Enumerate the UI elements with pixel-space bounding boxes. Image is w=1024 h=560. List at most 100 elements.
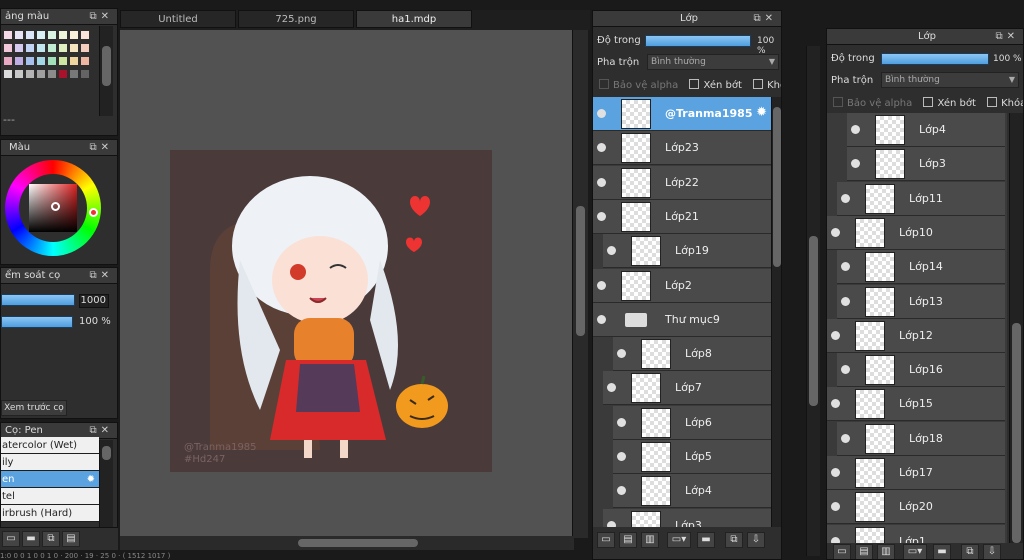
duplicate-layer-icon[interactable]: ⧉ <box>725 532 743 548</box>
color-swatch[interactable] <box>59 70 67 78</box>
canvas-horizontal-scrollbar[interactable] <box>120 536 574 550</box>
new-layer-8bit-icon[interactable]: ▤ <box>855 544 873 559</box>
layer-opacity-slider[interactable] <box>645 35 751 47</box>
blend-mode-select[interactable]: Bình thường ▼ <box>647 54 779 70</box>
color-swatch[interactable] <box>48 70 56 78</box>
color-swatch[interactable] <box>48 31 56 39</box>
protect-alpha-checkbox[interactable] <box>599 79 609 89</box>
brush-size-value[interactable]: 1000 <box>79 294 109 308</box>
new-layer-1bit-icon[interactable]: ▥ <box>877 544 895 559</box>
add-layer-menu-icon[interactable]: ▭▾ <box>903 544 927 559</box>
tab-untitled[interactable]: Untitled <box>120 10 236 28</box>
brush-list-item[interactable]: tel <box>1 488 99 505</box>
new-layer-icon[interactable]: ▭ <box>833 544 851 559</box>
palette-menu[interactable]: --- <box>3 113 15 126</box>
panel-controls[interactable]: ⧉✕ <box>89 140 113 156</box>
layer-row[interactable]: Lớp11 <box>837 181 1005 216</box>
new-brush-icon[interactable]: ▭ <box>2 531 20 547</box>
visibility-toggle-icon[interactable] <box>617 417 626 427</box>
color-swatch[interactable] <box>81 70 89 78</box>
visibility-toggle-icon[interactable] <box>841 296 850 306</box>
layer-row[interactable]: Lớp17 <box>827 456 1005 490</box>
visibility-toggle-icon[interactable] <box>607 383 616 393</box>
visibility-toggle-icon[interactable] <box>831 502 840 512</box>
brush-opacity-slider[interactable] <box>1 316 73 328</box>
color-swatch[interactable] <box>15 44 23 52</box>
layer-row[interactable]: Lớp12 <box>827 318 1005 353</box>
merge-layer-icon[interactable]: ⇩ <box>747 532 765 548</box>
layer-row[interactable]: Lớp4 <box>847 113 1005 147</box>
visibility-toggle-icon[interactable] <box>617 486 626 496</box>
visibility-toggle-icon[interactable] <box>597 280 606 290</box>
visibility-toggle-icon[interactable] <box>831 227 840 237</box>
visibility-toggle-icon[interactable] <box>597 177 606 187</box>
color-swatch[interactable] <box>48 57 56 65</box>
panel-controls[interactable]: ⧉✕ <box>89 9 113 25</box>
color-swatch[interactable] <box>70 31 78 39</box>
new-folder-icon[interactable]: ▬ <box>933 544 951 559</box>
layer-row[interactable]: Lớp5 <box>613 440 771 474</box>
panel-controls[interactable]: ⧉✕ <box>995 29 1019 45</box>
layer-row[interactable]: Lớp4 <box>613 474 771 509</box>
layer-row[interactable]: Lớp6 <box>613 405 771 440</box>
layer-row[interactable]: Lớp10 <box>827 215 1005 250</box>
visibility-toggle-icon[interactable] <box>597 109 606 118</box>
layer-row[interactable]: Lớp3 <box>847 147 1005 182</box>
color-swatch[interactable] <box>59 44 67 52</box>
color-swatch[interactable] <box>15 31 23 39</box>
visibility-toggle-icon[interactable] <box>841 365 850 375</box>
color-swatch[interactable] <box>70 44 78 52</box>
layer-row[interactable]: Lớp23 <box>593 131 771 166</box>
brush-preview-button[interactable]: Xem trước cọ <box>1 400 67 416</box>
delete-icon[interactable]: ▤ <box>62 531 80 547</box>
color-swatch[interactable] <box>4 70 12 78</box>
layer-row[interactable]: Lớp22 <box>593 165 771 200</box>
layer-row[interactable]: Lớp1 <box>827 524 1005 543</box>
layer-opacity-slider[interactable] <box>881 53 989 65</box>
new-layer-1bit-icon[interactable]: ▥ <box>641 532 659 548</box>
tab-ha1-mdp[interactable]: ha1.mdp <box>356 10 472 28</box>
visibility-toggle-icon[interactable] <box>851 125 860 134</box>
color-swatch[interactable] <box>81 57 89 65</box>
palette-scrollbar[interactable] <box>99 26 113 116</box>
panel-controls[interactable]: ⧉✕ <box>89 268 113 284</box>
layer-row[interactable]: Thư mục9 <box>593 302 771 337</box>
canvas-vertical-scrollbar[interactable] <box>572 30 588 538</box>
layer-row[interactable]: @Tranma1985 ✹ <box>593 97 771 131</box>
color-swatch[interactable] <box>37 57 45 65</box>
color-swatch[interactable] <box>81 31 89 39</box>
brush-list-item[interactable]: irbrush (Hard) <box>1 505 99 522</box>
brush-list-item[interactable]: ily <box>1 454 99 471</box>
tab-725-png[interactable]: 725.png <box>238 10 354 28</box>
layer-row[interactable]: Lớp16 <box>837 353 1005 388</box>
visibility-toggle-icon[interactable] <box>617 349 626 359</box>
layer-row[interactable]: Lớp19 <box>603 234 771 269</box>
visibility-toggle-icon[interactable] <box>597 211 606 221</box>
visibility-toggle-icon[interactable] <box>841 433 850 443</box>
color-swatch[interactable] <box>48 44 56 52</box>
color-swatch[interactable] <box>15 57 23 65</box>
visibility-toggle-icon[interactable] <box>597 143 606 153</box>
color-swatch[interactable] <box>70 57 78 65</box>
new-layer-icon[interactable]: ▭ <box>597 532 615 548</box>
layer-row[interactable]: Lớp21 <box>593 199 771 234</box>
visibility-toggle-icon[interactable] <box>597 314 606 324</box>
layer-row[interactable]: Lớp2 <box>593 268 771 303</box>
gear-icon[interactable]: ✹ <box>756 105 767 120</box>
brush-list-item[interactable]: atercolor (Wet) <box>1 437 99 454</box>
color-swatch[interactable] <box>4 44 12 52</box>
layer-row[interactable]: Lớp3 <box>603 508 771 527</box>
layer-row[interactable]: Lớp20 <box>827 490 1005 525</box>
layer-list-scrollbar[interactable] <box>1009 113 1023 543</box>
layer-row[interactable]: Lớp7 <box>603 371 771 406</box>
gear-icon[interactable]: ✹ <box>87 471 95 488</box>
lock-checkbox[interactable] <box>753 79 764 89</box>
layer-row[interactable]: Lớp8 <box>613 337 771 372</box>
brush-list-item[interactable]: en ✹ <box>1 471 99 488</box>
scrollbar-thumb[interactable] <box>298 539 418 547</box>
visibility-toggle-icon[interactable] <box>607 246 616 256</box>
protect-alpha-checkbox[interactable] <box>833 97 843 107</box>
clipping-checkbox[interactable] <box>689 79 700 89</box>
brush-size-slider[interactable] <box>1 294 75 306</box>
visibility-toggle-icon[interactable] <box>831 468 840 477</box>
